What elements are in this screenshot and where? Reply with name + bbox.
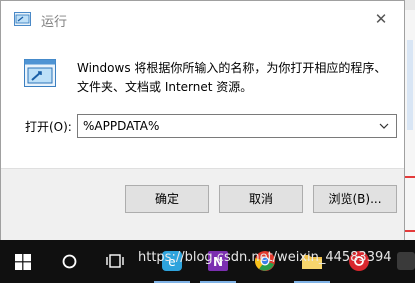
background-window-line bbox=[405, 176, 415, 178]
taskbar-app-chrome[interactable] bbox=[243, 240, 287, 283]
browse-button[interactable]: 浏览(B)... bbox=[313, 185, 397, 213]
close-icon: ✕ bbox=[374, 10, 388, 28]
dropdown-button[interactable] bbox=[376, 117, 392, 135]
cancel-button[interactable]: 取消 bbox=[219, 185, 303, 213]
close-button[interactable]: ✕ bbox=[366, 5, 396, 33]
search-button[interactable] bbox=[46, 240, 92, 283]
svg-text:e: e bbox=[168, 255, 175, 269]
start-button[interactable] bbox=[0, 240, 46, 283]
title-bar[interactable]: 运行 ✕ bbox=[1, 1, 404, 37]
svg-text:N: N bbox=[213, 255, 223, 269]
background-window-edge bbox=[405, 0, 415, 10]
search-icon bbox=[62, 254, 77, 269]
chevron-down-icon bbox=[379, 123, 389, 129]
taskbar-app-onenote[interactable]: N bbox=[196, 240, 240, 283]
open-combobox[interactable] bbox=[77, 114, 397, 138]
background-window-line bbox=[405, 230, 415, 232]
task-view-icon bbox=[106, 254, 124, 268]
background-window-panel bbox=[407, 40, 413, 130]
task-view-button[interactable] bbox=[92, 240, 138, 283]
run-dialog: 运行 ✕ Windows 将根据你所输入的名称，为你打开相应的程序、文件夹、文档… bbox=[0, 0, 405, 241]
music-icon bbox=[349, 251, 369, 271]
taskbar-app-file-explorer[interactable] bbox=[290, 240, 334, 283]
browser-icon: e bbox=[162, 251, 182, 271]
taskbar-app-extra[interactable] bbox=[384, 240, 415, 283]
open-input[interactable] bbox=[78, 115, 373, 137]
windows-start-icon bbox=[15, 254, 31, 270]
file-explorer-icon bbox=[302, 255, 322, 269]
onenote-icon: N bbox=[208, 251, 228, 271]
button-bar: 确定 取消 浏览(B)... bbox=[1, 168, 404, 241]
chrome-icon bbox=[255, 251, 275, 271]
run-program-icon bbox=[24, 59, 56, 87]
background-window bbox=[405, 0, 415, 240]
ok-button[interactable]: 确定 bbox=[125, 185, 209, 213]
dialog-description: Windows 将根据你所输入的名称，为你打开相应的程序、文件夹、文档或 Int… bbox=[77, 61, 387, 94]
taskbar: e N bbox=[0, 240, 415, 283]
run-icon bbox=[14, 12, 31, 26]
dialog-title: 运行 bbox=[41, 15, 68, 30]
open-label: 打开(O): bbox=[25, 120, 72, 134]
app-icon bbox=[397, 252, 415, 270]
taskbar-app-browser[interactable]: e bbox=[150, 240, 194, 283]
taskbar-app-music[interactable] bbox=[337, 240, 381, 283]
